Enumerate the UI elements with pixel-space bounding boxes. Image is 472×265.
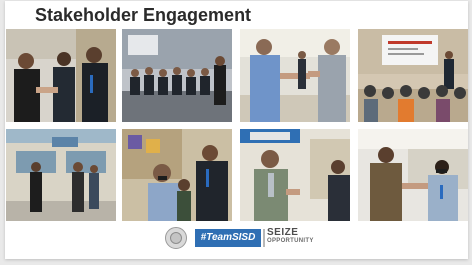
team-hashtag-badge: #TeamSISD [195, 229, 261, 247]
photo-handshake-staff-member[interactable] [358, 129, 468, 221]
photo-students-greeting-officials[interactable] [122, 129, 232, 221]
district-seal-logo [165, 227, 187, 249]
stakeholder-engagement-card: Stakeholder Engagement #TeamSISD SEIZE O… [5, 1, 468, 259]
seize-opportunity-logo: SEIZE OPPORTUNITY [263, 227, 327, 250]
photo-handshake-officials[interactable] [6, 29, 116, 122]
photo-officials-in-hallway[interactable] [240, 129, 350, 221]
card-title: Stakeholder Engagement [35, 5, 252, 25]
seal-emblem-icon [170, 232, 182, 244]
slogan-line-2: OPPORTUNITY [267, 238, 314, 244]
photo-handshake-school-hallway[interactable] [240, 29, 350, 122]
logo-divider [263, 229, 265, 247]
footer-logos: #TeamSISD SEIZE OPPORTUNITY [5, 221, 468, 255]
slogan-line-1: SEIZE [267, 227, 299, 238]
photo-presentation-audience[interactable] [358, 29, 468, 122]
photo-building-exterior-visitors[interactable] [6, 129, 116, 221]
photo-auditorium-seated-group[interactable] [122, 29, 232, 122]
